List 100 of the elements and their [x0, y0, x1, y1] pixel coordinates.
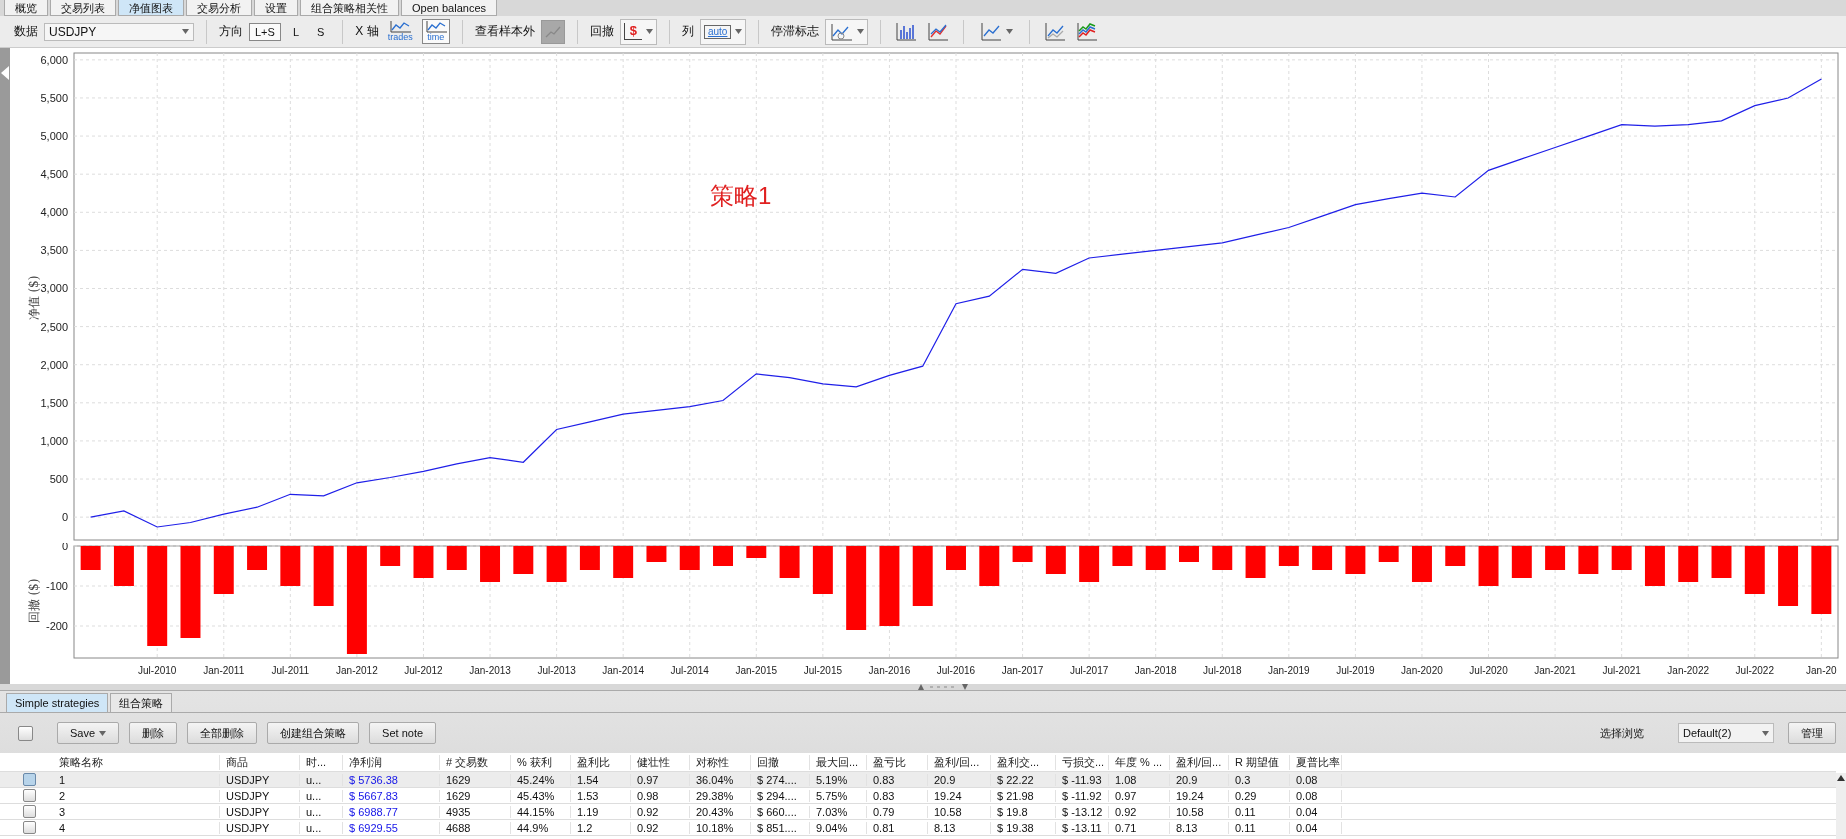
table-cell: $ 294....	[751, 789, 810, 802]
table-cell: 0.81	[867, 821, 928, 834]
table-cell: $ -13.11	[1056, 821, 1109, 834]
direction-label: 方向	[219, 23, 243, 40]
x-axis-toggle[interactable]: time	[421, 19, 450, 44]
table-cell: 4688	[440, 821, 511, 834]
action-button[interactable]: 全部删除	[187, 722, 258, 744]
view-tab[interactable]: 设置	[254, 0, 298, 16]
select-all-checkbox[interactable]	[18, 725, 33, 741]
splitter-handle-icon[interactable]	[918, 684, 968, 690]
bar-chart-icon[interactable]	[895, 21, 918, 42]
scroll-up-icon[interactable]	[1837, 775, 1845, 781]
view-tab[interactable]: 组合策略相关性	[300, 0, 399, 16]
table-cell: 0.83	[867, 773, 928, 786]
line-chart-icon[interactable]	[927, 21, 950, 42]
drawdown-bar	[546, 546, 567, 582]
column-header[interactable]: 时...	[300, 754, 343, 770]
row-checkbox[interactable]	[23, 773, 36, 786]
x-tick-label: Jan-2021	[1534, 665, 1576, 676]
action-button[interactable]: Set note	[369, 722, 437, 744]
column-header[interactable]: 夏普比率	[1290, 754, 1342, 770]
action-button[interactable]: 删除	[129, 722, 178, 744]
drawdown-dropdown[interactable]: $	[619, 18, 657, 45]
strategy-tab[interactable]: Simple strategies	[6, 693, 109, 712]
column-header[interactable]: 盈利交...	[991, 754, 1056, 770]
save-menu-button[interactable]: Save	[57, 722, 120, 744]
collapse-handle[interactable]	[0, 48, 10, 684]
table-cell: $ 851....	[751, 821, 810, 834]
column-header[interactable]: 策略名称	[53, 754, 220, 770]
drawdown-bar	[779, 546, 800, 578]
table-cell: $ 6988.77	[343, 805, 440, 818]
column-header[interactable]: 盈亏比	[867, 754, 928, 770]
view-tab[interactable]: 概览	[4, 0, 48, 16]
column-header[interactable]: 净利润	[343, 754, 440, 770]
table-cell: $ 19.38	[991, 821, 1056, 834]
table-cell: $ 21.98	[991, 789, 1056, 802]
row-checkbox[interactable]	[23, 805, 36, 818]
stagnation-dropdown[interactable]	[825, 18, 869, 45]
view-tab[interactable]: 交易列表	[50, 0, 116, 16]
y-axis-title: 净值 ($)	[27, 275, 41, 321]
drawdown-bar	[413, 546, 434, 578]
columns-dropdown[interactable]: auto	[699, 18, 747, 45]
line-chart-icon[interactable]	[1044, 21, 1067, 42]
table-cell: 1629	[440, 773, 511, 786]
table-cell: 0.11	[1229, 821, 1290, 834]
view-label: 选择浏览	[1600, 725, 1644, 741]
column-header[interactable]: 盈利/回...	[928, 754, 991, 770]
view-tab[interactable]: 交易分析	[186, 0, 252, 16]
table-cell: 45.43%	[511, 789, 571, 802]
direction-toggle[interactable]: L	[286, 22, 305, 41]
table-cell: 4935	[440, 805, 511, 818]
table-row[interactable]: 4 USDJPY u... $ 6929.55 4688 44.9% 1.2 0.92 10.18% $ 851.... 9.04% 0.81 8.13 $ 19.38 $ -13.11 0.71 8.13 0.11 0.04	[0, 820, 1836, 836]
column-header[interactable]: 商品	[220, 754, 300, 770]
table-cell: u...	[300, 773, 343, 786]
view-dropdown[interactable]: Default(2)	[1678, 723, 1774, 743]
view-tab[interactable]: 净值图表	[118, 0, 184, 16]
table-row[interactable]: 1 USDJPY u... $ 5736.38 1629 45.24% 1.54 0.97 36.04% $ 274.... 5.19% 0.83 20.9 $ 22.22 $ -11.93 1.08 20.9 0.3 0.08	[0, 772, 1836, 788]
drawdown-bar	[1711, 546, 1732, 578]
x-tick-label: Jul-2010	[138, 665, 177, 676]
table-cell: $ 6929.55	[343, 821, 440, 834]
table-cell: 1	[53, 773, 220, 786]
table-cell: $ -11.93	[1056, 773, 1109, 786]
scrollbar[interactable]	[1836, 773, 1846, 839]
table-cell: 0.04	[1290, 821, 1342, 834]
column-header[interactable]: 亏损交...	[1056, 754, 1109, 770]
chart-toggle-button[interactable]	[540, 19, 565, 44]
direction-toggle[interactable]: S	[311, 22, 331, 41]
column-header[interactable]: R 期望值	[1229, 754, 1290, 770]
column-header[interactable]: # 交易数	[440, 754, 511, 770]
column-header[interactable]: 回撤	[751, 754, 810, 770]
multi-line-chart-icon[interactable]	[1076, 21, 1099, 42]
drawdown-bar	[1678, 546, 1699, 582]
table-cell: $ 22.22	[991, 773, 1056, 786]
row-checkbox[interactable]	[23, 789, 36, 802]
y-tick-label: 5,500	[40, 91, 68, 104]
column-header[interactable]: 年度 % ...	[1109, 754, 1170, 770]
x-axis-toggle[interactable]: trades	[384, 19, 416, 44]
table-cell: 0.3	[1229, 773, 1290, 786]
column-header[interactable]: 最大回...	[810, 754, 867, 770]
column-header[interactable]: 盈利比	[571, 754, 631, 770]
column-header[interactable]: 健壮性	[631, 754, 690, 770]
direction-toggle[interactable]: L+S	[249, 22, 281, 41]
x-tick-label: Jan-2011	[203, 665, 245, 676]
drawdown-bar	[1278, 546, 1299, 566]
column-header[interactable]: % 获利	[511, 754, 571, 770]
view-tab[interactable]: Open balances	[401, 0, 497, 16]
y-tick-label: -200	[45, 620, 68, 632]
x-tick-label: Jul-2013	[537, 665, 576, 676]
table-row[interactable]: 3 USDJPY u... $ 6988.77 4935 44.15% 1.19 0.92 20.43% $ 660.... 7.03% 0.79 10.58 $ 19.8 $ -13.12 0.92 10.58 0.11 0.04	[0, 804, 1836, 820]
drawdown-bar	[1079, 546, 1100, 582]
column-header[interactable]: 盈利/回...	[1170, 754, 1229, 770]
action-button[interactable]: 创建组合策略	[267, 722, 360, 744]
row-checkbox[interactable]	[23, 821, 36, 834]
manage-button[interactable]: 管理	[1788, 722, 1836, 744]
column-header[interactable]: 对称性	[690, 754, 751, 770]
table-cell: $ -13.12	[1056, 805, 1109, 818]
table-row[interactable]: 2 USDJPY u... $ 5667.83 1629 45.43% 1.53 0.98 29.38% $ 294.... 5.75% 0.83 19.24 $ 21.98 $ -11.92 0.97 19.24 0.29 0.08	[0, 788, 1836, 804]
symbol-dropdown[interactable]: USDJPY	[44, 22, 194, 41]
drawdown-bar	[480, 546, 500, 582]
strategy-tab[interactable]: 组合策略	[110, 693, 173, 712]
